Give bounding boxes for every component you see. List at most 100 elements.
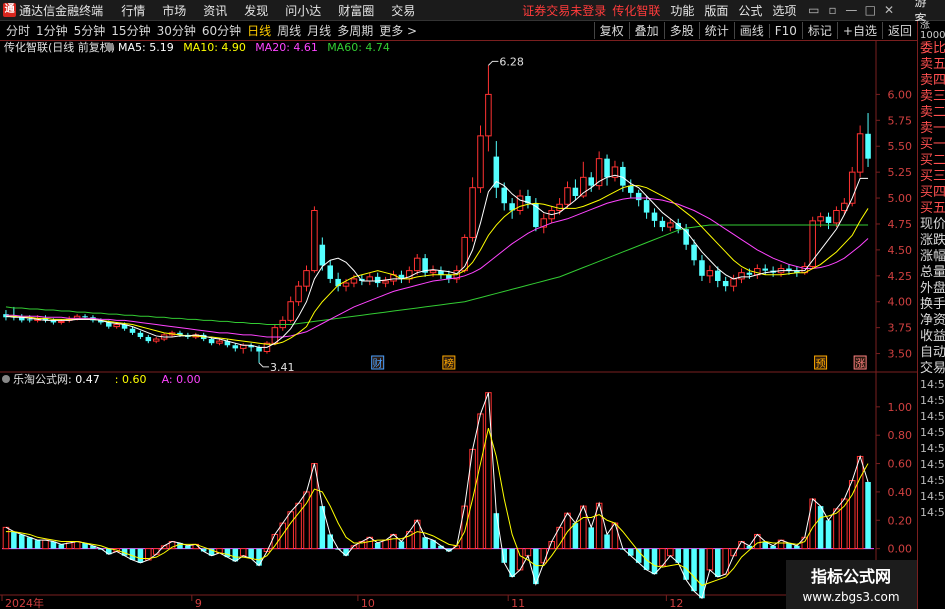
tick-time[interactable]: 14:56 bbox=[918, 425, 945, 441]
tick-time[interactable]: 14:56 bbox=[918, 489, 945, 505]
menu-gongneng[interactable]: 功能 bbox=[670, 2, 694, 19]
side-item[interactable]: 涨幅 bbox=[918, 249, 945, 265]
minimize-icon[interactable]: — bbox=[842, 3, 861, 17]
side-item[interactable]: 卖四 bbox=[918, 73, 945, 89]
tick-time[interactable]: 14:56 bbox=[918, 377, 945, 393]
side-item[interactable]: 卖二 bbox=[918, 105, 945, 121]
side-item[interactable]: 买三 bbox=[918, 169, 945, 185]
tool-back[interactable]: 返回 bbox=[881, 22, 917, 39]
period-1min[interactable]: 1分钟 bbox=[36, 22, 68, 39]
indicator-bar bbox=[398, 541, 405, 549]
tool-duogu[interactable]: 多股 bbox=[663, 22, 699, 39]
tool-diejia[interactable]: 叠加 bbox=[628, 22, 664, 39]
menu-xuanxiang[interactable]: 选项 bbox=[772, 2, 796, 19]
side-item[interactable]: 委比 bbox=[918, 41, 945, 57]
ma10-line bbox=[5, 185, 869, 345]
side-item[interactable]: 收益 bbox=[918, 329, 945, 345]
tick-time[interactable]: 14:56 bbox=[918, 409, 945, 425]
tool-huaxian[interactable]: 画线 bbox=[733, 22, 769, 39]
menu-zixun[interactable]: 资讯 bbox=[203, 2, 227, 19]
candle-body bbox=[287, 301, 294, 321]
period-multi[interactable]: 多周期 bbox=[337, 22, 373, 39]
price-tick-label: 4.00 bbox=[888, 296, 913, 309]
menu-bar: 通 通达信金融终端 行情 市场 资讯 发现 问小达 财富圈 交易 证券交易未登录… bbox=[0, 0, 945, 26]
side-item[interactable]: 卖一 bbox=[918, 121, 945, 137]
quote-side-panel: 涨 1000 委比 卖五 卖四 卖三 卖二 卖一 买一 买二 买三 买四 买五 现价 涨跌 涨幅 总量 外盘 换手净… bbox=[917, 21, 945, 609]
maximize-icon[interactable]: □ bbox=[861, 3, 880, 17]
indicator-bar bbox=[691, 548, 697, 592]
candle-body bbox=[730, 278, 737, 287]
indicator-bar bbox=[715, 548, 721, 577]
indicator-bar bbox=[628, 548, 634, 556]
side-item[interactable]: 自动 bbox=[918, 345, 945, 361]
tick-time[interactable]: 14:56 bbox=[918, 441, 945, 457]
tool-f10[interactable]: F10 bbox=[768, 23, 802, 38]
tool-add-watchlist[interactable]: +自选 bbox=[836, 22, 882, 39]
candle-body bbox=[501, 187, 507, 204]
menu-caifuquan[interactable]: 财富圈 bbox=[338, 2, 374, 19]
close-icon[interactable]: ✕ bbox=[880, 3, 899, 17]
layout-icon[interactable]: ▭ bbox=[804, 3, 823, 17]
period-60min[interactable]: 60分钟 bbox=[202, 22, 241, 39]
settings-dot-icon bbox=[106, 43, 114, 51]
indicator-bar bbox=[667, 548, 674, 557]
indicator-bar bbox=[604, 534, 610, 549]
candle-body bbox=[58, 320, 65, 323]
side-item[interactable]: 买五 bbox=[918, 201, 945, 217]
event-mark-label: 财 bbox=[373, 357, 383, 370]
menu-gongshi[interactable]: 公式 bbox=[738, 2, 762, 19]
period-fenshi[interactable]: 分时 bbox=[6, 22, 30, 39]
period-weekly[interactable]: 周线 bbox=[277, 22, 301, 39]
side-item[interactable]: 交易 bbox=[918, 361, 945, 377]
indicator-bar bbox=[287, 511, 294, 550]
price-tick-label: 5.50 bbox=[888, 140, 913, 153]
candle-body bbox=[691, 244, 697, 261]
side-item[interactable]: 外盘 bbox=[918, 281, 945, 297]
tick-time[interactable]: 14:56 bbox=[918, 505, 945, 521]
side-item[interactable]: 总量 bbox=[918, 265, 945, 281]
tick-time[interactable]: 14:56 bbox=[918, 393, 945, 409]
login-status[interactable]: 证券交易未登录 bbox=[522, 2, 606, 19]
candle-body bbox=[342, 282, 350, 287]
side-item[interactable]: 涨跌 bbox=[918, 233, 945, 249]
side-item[interactable]: 换手 bbox=[918, 297, 945, 313]
candle-body bbox=[152, 338, 160, 342]
side-item[interactable]: 卖五 bbox=[918, 57, 945, 73]
tool-tongji[interactable]: 统计 bbox=[698, 22, 734, 39]
candle-body bbox=[699, 260, 705, 276]
period-daily[interactable]: 日线 bbox=[247, 22, 271, 39]
indicator-bar bbox=[2, 526, 10, 550]
tool-biaoji[interactable]: 标记 bbox=[801, 22, 837, 39]
menu-shichang[interactable]: 市场 bbox=[162, 2, 186, 19]
side-item[interactable]: 买二 bbox=[918, 153, 945, 169]
price-tick-label: 6.00 bbox=[888, 88, 913, 101]
menu-jiaoyi[interactable]: 交易 bbox=[391, 2, 415, 19]
period-15min[interactable]: 15分钟 bbox=[111, 22, 150, 39]
side-item[interactable]: 买四 bbox=[918, 185, 945, 201]
candle-body bbox=[841, 202, 848, 211]
side-item[interactable]: 现价 bbox=[918, 217, 945, 233]
kline-chart[interactable]: 6.00 5.75 5.50 5.25 5.00 4.75 4.50 4.25 4.00 3.75… bbox=[0, 41, 917, 609]
indicator-bar bbox=[422, 537, 428, 549]
app-logo-icon: 通 bbox=[3, 3, 17, 17]
menu-wenxiaoda[interactable]: 问小达 bbox=[285, 2, 321, 19]
tick-time[interactable]: 14:56 bbox=[918, 473, 945, 489]
side-item[interactable]: 卖三 bbox=[918, 89, 945, 105]
price-tick-label: 3.50 bbox=[888, 348, 913, 361]
candle-body bbox=[477, 135, 484, 189]
side-item[interactable]: 净资 bbox=[918, 313, 945, 329]
period-more[interactable]: 更多 > bbox=[379, 22, 417, 39]
side-item[interactable]: 买一 bbox=[918, 137, 945, 153]
menu-hangqing[interactable]: 行情 bbox=[121, 2, 145, 19]
menu-faxian[interactable]: 发现 bbox=[244, 2, 268, 19]
period-30min[interactable]: 30分钟 bbox=[157, 22, 196, 39]
tool-fuquan[interactable]: 复权 bbox=[593, 22, 629, 39]
menu-banmian[interactable]: 版面 bbox=[704, 2, 728, 19]
restore-icon[interactable]: ▫ bbox=[823, 3, 842, 17]
candle-body bbox=[311, 210, 318, 272]
tick-time[interactable]: 14:56 bbox=[918, 457, 945, 473]
period-5min[interactable]: 5分钟 bbox=[74, 22, 106, 39]
candle-body bbox=[651, 212, 658, 221]
period-monthly[interactable]: 月线 bbox=[307, 22, 331, 39]
candle-body bbox=[382, 280, 389, 284]
